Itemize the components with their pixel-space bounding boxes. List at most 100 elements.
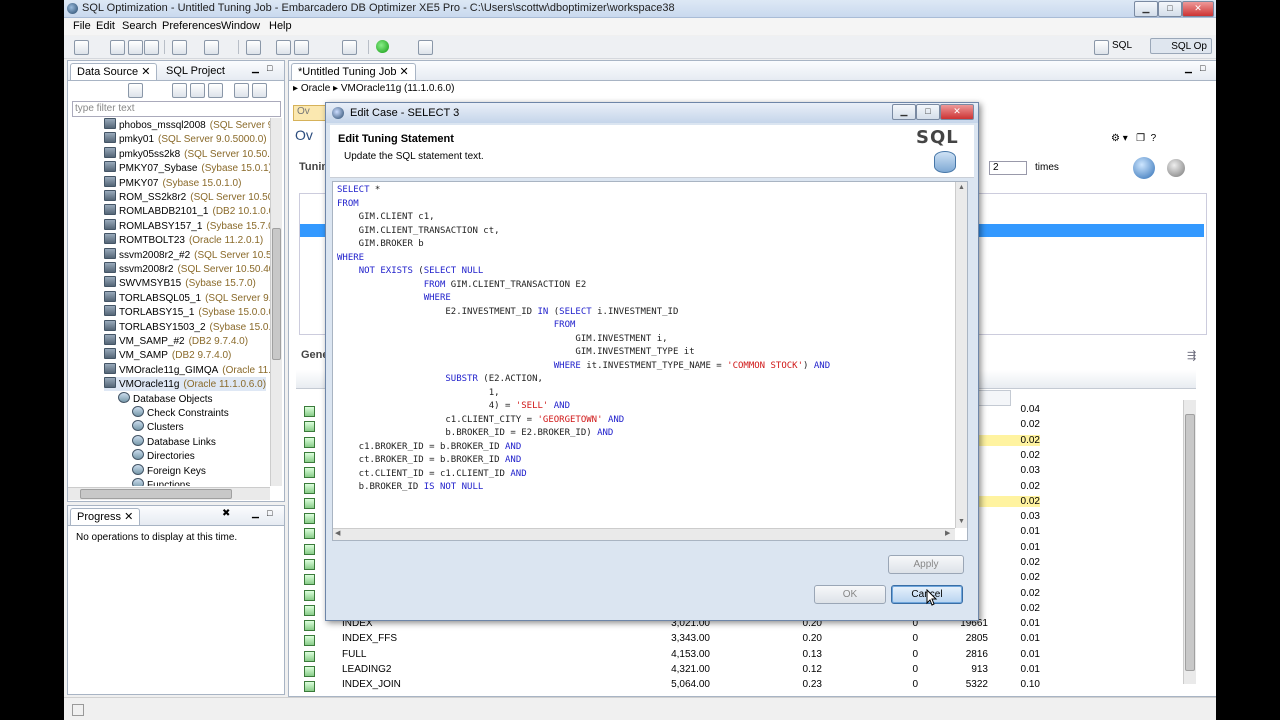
tree-item[interactable]: PMKY07 (Sybase 15.0.1.0) xyxy=(104,175,241,190)
run-tuning-icon[interactable] xyxy=(1133,157,1155,179)
tree-item[interactable]: Functions xyxy=(132,478,190,486)
tree-item[interactable]: Clusters xyxy=(132,420,184,434)
open-icon[interactable] xyxy=(204,40,219,55)
layout-icon[interactable] xyxy=(342,40,357,55)
tab-data-source[interactable]: Data Source ✕ xyxy=(70,63,158,80)
tree-item[interactable]: Foreign Keys xyxy=(132,463,206,478)
ok-button[interactable]: OK xyxy=(814,585,886,604)
tree-item[interactable]: Database Links xyxy=(132,434,216,449)
tab-sql-project[interactable]: SQL Project xyxy=(160,63,231,79)
refresh-icon[interactable] xyxy=(172,83,187,98)
sql-text[interactable]: SELECT * FROM GIM.CLIENT c1, GIM.CLIENT_… xyxy=(337,184,830,495)
menu-preferences[interactable]: Preferences xyxy=(162,20,221,32)
tree-item[interactable]: phobos_mssql2008 (SQL Server 9.0 xyxy=(104,118,280,132)
collapse-icon[interactable] xyxy=(128,83,143,98)
tree-item-label: phobos_mssql2008 xyxy=(119,120,206,131)
tree-hscrollbar[interactable] xyxy=(68,487,270,500)
perspective-sql[interactable]: SQL xyxy=(1112,40,1132,51)
case-row-icon xyxy=(304,497,315,509)
database-icon xyxy=(104,233,116,245)
menu-edit[interactable]: Edit xyxy=(96,20,115,32)
explain-icon[interactable] xyxy=(276,40,291,55)
sql-vscrollbar[interactable]: ▲ ▼ xyxy=(955,182,967,528)
compare-icon[interactable] xyxy=(294,40,309,55)
breadcrumb-oracle[interactable]: Oracle xyxy=(301,83,330,94)
maximize-button[interactable]: □ xyxy=(1158,1,1182,17)
tree-item[interactable]: pmky01 (SQL Server 9.0.5000.0) xyxy=(104,132,267,146)
grid-cell-z: 0 xyxy=(912,648,918,660)
tree-item[interactable]: TORLABSY1503_2 (Sybase 15.0.3) xyxy=(104,319,280,334)
tree-item[interactable]: VMOracle11g_GIMQA (Oracle 11.1. xyxy=(104,362,279,377)
tree-item[interactable]: ROMTBOLT23 (Oracle 11.2.0.1) xyxy=(104,233,263,247)
save-icon[interactable] xyxy=(110,40,125,55)
tree-item[interactable]: Directories xyxy=(132,449,195,463)
maximize-icon[interactable]: □ xyxy=(267,508,272,518)
expand-icon[interactable]: ⇶ xyxy=(1187,349,1196,362)
tree-item-label: ssvm2008r2 xyxy=(119,264,174,275)
new-icon[interactable] xyxy=(74,40,89,55)
sql-editor[interactable]: SELECT * FROM GIM.CLIENT c1, GIM.CLIENT_… xyxy=(332,181,968,541)
minimize-icon[interactable]: ▁ xyxy=(1185,63,1192,74)
nav-icon[interactable] xyxy=(418,40,433,55)
connect-icon[interactable] xyxy=(190,83,205,98)
maximize-icon[interactable]: □ xyxy=(1200,63,1205,73)
tab-untitled-tuning-job[interactable]: *Untitled Tuning Job ✕ xyxy=(291,63,416,80)
run-icon[interactable] xyxy=(376,40,389,53)
sql-hscrollbar[interactable]: ◀ ▶ xyxy=(333,528,955,540)
close-button[interactable]: ✕ xyxy=(1182,1,1214,17)
print-icon[interactable] xyxy=(144,40,159,55)
tree-scrollbar[interactable] xyxy=(270,118,282,486)
dialog-minimize-button[interactable]: ▁ xyxy=(892,104,916,120)
tree-item[interactable]: ROM_SS2k8r2(SQL Server 10.50.25( xyxy=(104,190,280,204)
database-icon xyxy=(104,218,116,230)
apply-button[interactable]: Apply xyxy=(888,555,964,574)
filter-icon[interactable] xyxy=(234,83,249,98)
tree-item[interactable]: PMKY07_Sybase (Sybase 15.0.1) xyxy=(104,161,272,175)
tree-item[interactable]: ssvm2008r2 (SQL Server 10.50.4000 xyxy=(104,262,280,276)
menu-search[interactable]: Search xyxy=(122,20,157,32)
tree-item[interactable]: Check Constraints xyxy=(132,406,229,420)
perspective-sql-op[interactable]: SQL Op xyxy=(1150,38,1212,54)
edit-icon[interactable] xyxy=(246,40,261,55)
tree-item[interactable]: ssvm2008r2_#2 (SQL Server 10.50.4( xyxy=(104,247,280,262)
save-all-icon[interactable] xyxy=(128,40,143,55)
minimize-button[interactable]: ▁ xyxy=(1134,1,1158,17)
open-perspective-icon[interactable] xyxy=(1094,40,1109,55)
tree-item[interactable]: VM_SAMP (DB2 9.7.4.0) xyxy=(104,348,231,362)
tree-item[interactable]: Database Objects xyxy=(118,391,213,406)
tree-item[interactable]: pmky05ss2k8 (SQL Server 10.50.160 xyxy=(104,146,280,161)
tree-item[interactable]: ROMLABSY157_1 (Sybase 15.7.0.0) xyxy=(104,218,280,233)
maximize-icon[interactable]: □ xyxy=(267,63,272,73)
disconnect-icon[interactable] xyxy=(208,83,223,98)
dialog-heading: Edit Tuning Statement xyxy=(338,133,454,145)
filter-input[interactable]: type filter text xyxy=(72,101,281,117)
remove-all-icon[interactable]: ✖ xyxy=(222,508,230,519)
tree-item-label: pmky05ss2k8 xyxy=(119,148,181,160)
dialog-maximize-button[interactable]: □ xyxy=(916,104,940,120)
tab-progress[interactable]: Progress ✕ xyxy=(70,508,141,525)
breadcrumb-connection[interactable]: VMOracle11g (11.1.0.6.0) xyxy=(341,83,455,94)
tree-item[interactable]: ROMLABDB2101_1 (DB2 10.1.0.0) xyxy=(104,204,278,218)
database-icon xyxy=(104,290,116,302)
grid-cell-e: 0.01 xyxy=(1020,663,1040,675)
tree-item[interactable]: TORLABSY15_1 (Sybase 15.0.0.0) xyxy=(104,305,277,319)
tree-item-label: pmky01 xyxy=(119,134,155,146)
tree-item-label: VMOracle11g_GIMQA xyxy=(119,364,219,376)
link-icon[interactable] xyxy=(252,83,267,98)
dialog-close-button[interactable]: ✕ xyxy=(940,104,974,120)
repeat-count-input[interactable]: 2 xyxy=(989,161,1027,175)
tree-item-version: (SQL Server 9.0.5000.0) xyxy=(158,134,267,146)
grid-scrollbar[interactable] xyxy=(1183,400,1196,684)
menu-help[interactable]: Help xyxy=(269,20,292,32)
minimize-icon[interactable]: ▁ xyxy=(252,63,259,74)
menu-window[interactable]: Window xyxy=(221,20,260,32)
tree-item[interactable]: TORLABSQL05_1(SQL Server 9.0.5C xyxy=(104,290,280,305)
stop-icon[interactable] xyxy=(1167,159,1185,177)
tree-item[interactable]: VM_SAMP_#2 (DB2 9.7.4.0) xyxy=(104,334,248,348)
menu-file[interactable]: File xyxy=(73,20,91,32)
tree-item[interactable]: SWVMSYB15 (Sybase 15.7.0) xyxy=(104,276,256,290)
minimize-icon[interactable]: ▁ xyxy=(252,508,259,519)
object-folder-icon xyxy=(132,449,144,461)
tune-icon[interactable] xyxy=(172,40,187,55)
tree-item[interactable]: VMOracle11g (Oracle 11.1.0.6.0) xyxy=(104,377,267,392)
